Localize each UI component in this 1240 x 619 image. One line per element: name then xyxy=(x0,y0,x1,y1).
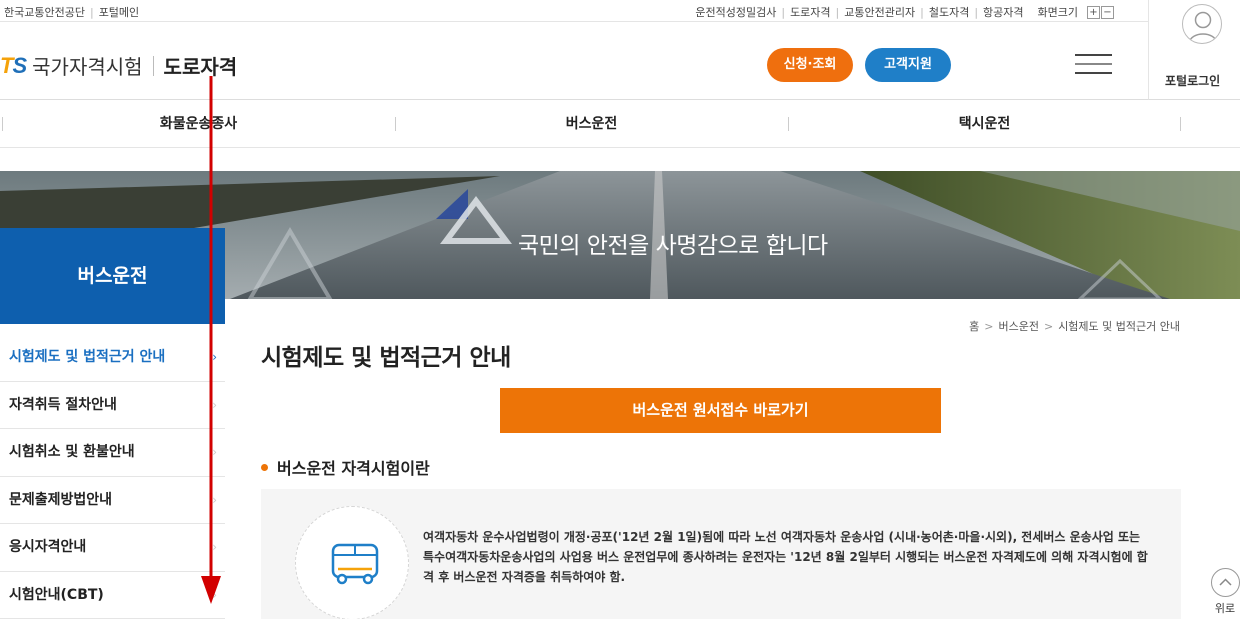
sidebar-item-procedure[interactable]: 자격취득 절차안내 › xyxy=(0,382,225,429)
utility-left: 한국교통안전공단 | 포털메인 xyxy=(4,6,140,19)
user-icon xyxy=(1182,4,1222,44)
logo-divider xyxy=(152,55,154,76)
util-link-safety-manager[interactable]: 교통안전관리자 xyxy=(844,4,915,20)
breadcrumb-bus[interactable]: 버스운전 xyxy=(998,320,1038,333)
red-arrow-annotation xyxy=(201,76,221,604)
util-link-portal[interactable]: 포털메인 xyxy=(99,6,139,19)
sidebar-item-label: 자격취득 절차안내 xyxy=(9,396,117,413)
util-link-rail[interactable]: 철도자격 xyxy=(929,4,969,20)
breadcrumb-home[interactable]: 홈 xyxy=(969,320,979,333)
sidebar-item-refund[interactable]: 시험취소 및 환불안내 › xyxy=(0,429,225,477)
sidebar-item-label: 문제출제방법안내 xyxy=(9,491,113,508)
sidebar-title: 버스운전 xyxy=(0,228,225,324)
bus-icon xyxy=(295,506,409,619)
customer-support-button[interactable]: 고객지원 xyxy=(865,48,951,82)
breadcrumb-current: 시험제도 및 법적근거 안내 xyxy=(1058,320,1180,333)
header: TS 국가자격시험 도로자격 신청·조회 고객지원 xyxy=(0,22,1148,100)
sidebar-item-label: 응시자격안내 xyxy=(9,539,87,555)
util-link-road[interactable]: 도로자격 xyxy=(790,4,830,20)
sidebar-item-exam-system[interactable]: 시험제도 및 법적근거 안내 › xyxy=(0,334,225,382)
sidebar-item-label: 시험안내(CBT) xyxy=(9,586,104,603)
sidebar-item-eligibility[interactable]: 응시자격안내 › xyxy=(0,524,225,572)
info-description: 여객자동차 운수사업법령이 개정·공포('12년 2월 1일)됨에 따라 노선 … xyxy=(423,530,1148,584)
zoom-controls: + − xyxy=(1086,5,1114,19)
nav-divider xyxy=(1180,117,1181,131)
chevron-up-icon xyxy=(1210,568,1240,597)
page-title: 시험제도 및 법적근거 안내 xyxy=(261,345,511,371)
nav-item-taxi[interactable]: 택시운전 xyxy=(788,100,1181,148)
portal-login[interactable]: 포털로그인 xyxy=(1148,0,1240,100)
util-link-kotsa[interactable]: 한국교통안전공단 xyxy=(4,6,85,19)
section-title-text: 버스운전 자격시험이란 xyxy=(277,459,430,478)
ts-logo-mark: TS xyxy=(0,52,27,78)
section-title: 버스운전 자격시험이란 xyxy=(261,455,430,479)
bullet-icon xyxy=(261,463,268,471)
menu-icon[interactable] xyxy=(1075,54,1112,74)
util-link-aviation[interactable]: 항공자격 xyxy=(983,4,1023,20)
apply-shortcut-button[interactable]: 버스운전 원서접수 바로가기 xyxy=(500,388,941,433)
scroll-top-button[interactable]: 위로 xyxy=(1210,568,1240,616)
sidebar-item-cbt[interactable]: 시험안내(CBT) › xyxy=(0,572,225,619)
utility-right: 운전적성정밀검사 | 도로자격 | 교통안전관리자 | 철도자격 | 항공자격 화면크기… xyxy=(695,4,1114,20)
util-link-aptitude[interactable]: 운전적성정밀검사 xyxy=(695,4,776,20)
utility-bar: 한국교통안전공단 | 포털메인 운전적성정밀검사 | 도로자격 | 교통안전관리자 | 철… xyxy=(0,0,1148,22)
zoom-out-button[interactable]: − xyxy=(1101,5,1114,19)
info-box: 여객자동차 운수사업법령이 개정·공포('12년 2월 1일)됨에 따라 노선 … xyxy=(261,489,1181,619)
logo-name: 국가자격시험 xyxy=(32,55,143,79)
breadcrumb: 홈 > 버스운전 > 시험제도 및 법적근거 안내 xyxy=(969,320,1180,333)
sidebar-item-label: 시험제도 및 법적근거 안내 xyxy=(9,349,166,365)
zoom-in-button[interactable]: + xyxy=(1087,5,1100,19)
sidebar-item-label: 시험취소 및 환불안내 xyxy=(9,444,135,460)
zoom-label: 화면크기 xyxy=(1037,6,1078,19)
main-nav: 화물운송종사 버스운전 택시운전 xyxy=(0,100,1240,148)
apply-lookup-button[interactable]: 신청·조회 xyxy=(767,48,853,82)
sidebar-item-question-method[interactable]: 문제출제방법안내 › xyxy=(0,477,225,524)
sidebar-menu: 시험제도 및 법적근거 안내 › 자격취득 절차안내 › 시험취소 및 환불안내… xyxy=(0,334,225,619)
scroll-top-label: 위로 xyxy=(1214,602,1236,615)
page: 한국교통안전공단 | 포털메인 운전적성정밀검사 | 도로자격 | 교통안전관리자 | 철… xyxy=(0,0,1240,619)
nav-item-bus[interactable]: 버스운전 xyxy=(395,100,788,148)
portal-login-label: 포털로그인 xyxy=(1165,74,1221,88)
banner-slogan: 국민의 안전을 사명감으로 합니다 xyxy=(518,233,828,259)
